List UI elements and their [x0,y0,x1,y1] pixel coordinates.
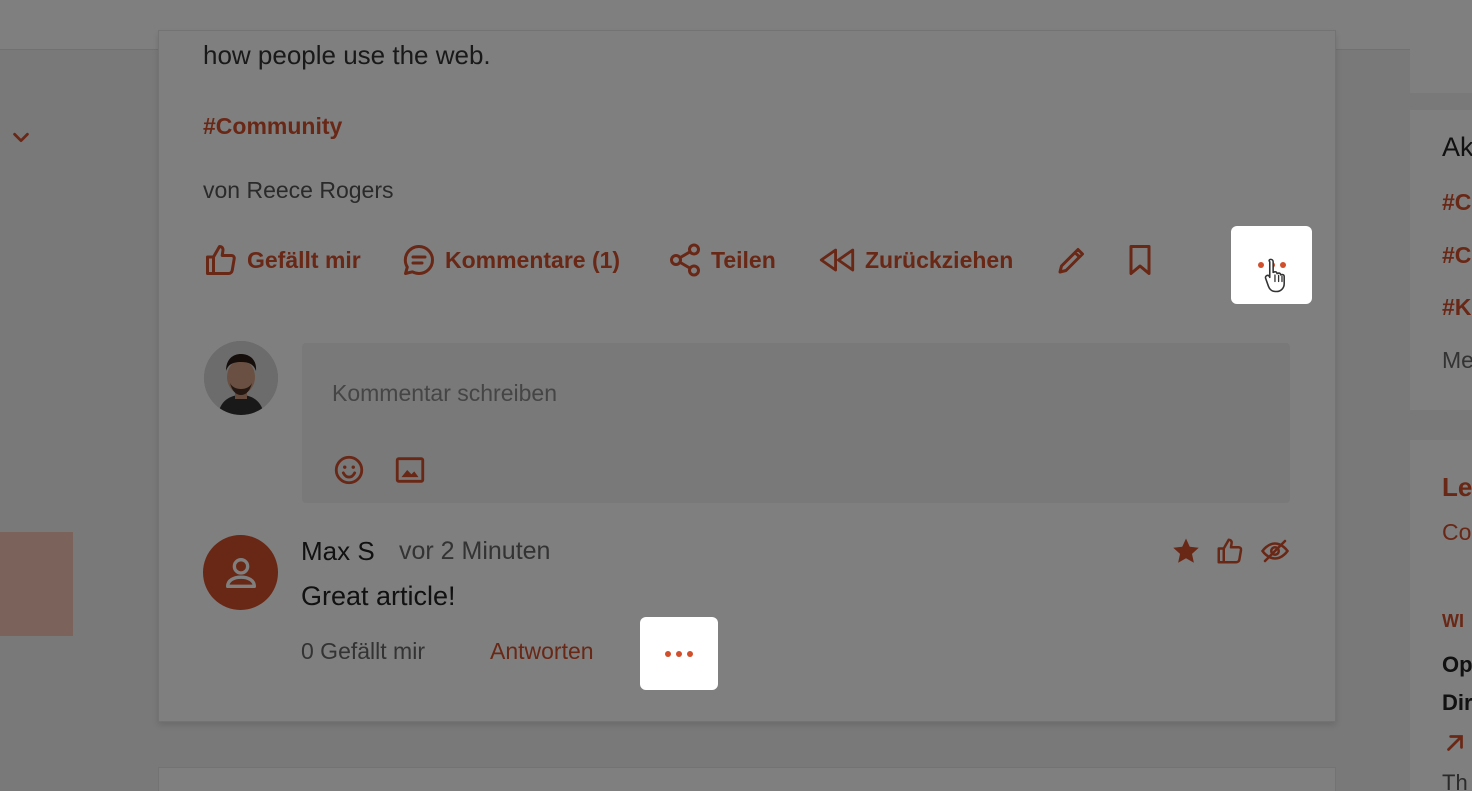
comment-composer[interactable]: Kommentar schreiben [302,343,1290,503]
sidebar-tag-2[interactable]: #C [1442,242,1471,269]
sidebar-link-subtitle[interactable]: Co [1442,519,1471,546]
comment-author[interactable]: Max S [301,536,375,567]
comments-button[interactable]: Kommentare (1) [401,240,620,280]
like-label: Gefällt mir [247,246,361,273]
comments-label: Kommentare (1) [445,246,621,273]
left-sidebar [0,50,140,791]
chevron-down-icon[interactable] [10,126,32,148]
emoji-icon[interactable] [332,453,366,487]
composer-placeholder: Kommentar schreiben [332,380,557,406]
current-user-avatar [204,341,278,415]
thumbs-up-icon [206,245,236,275]
sidebar-tag-3[interactable]: #K [1442,294,1471,321]
rewind-icon [819,248,855,272]
more-dots-icon [665,650,693,657]
withdraw-button[interactable]: Zurückziehen [817,240,1013,280]
comment-like-count: 0 Gefällt mir [301,638,425,664]
sidebar-bold-line-2: Dir [1442,690,1472,715]
comment-reply-button[interactable]: Antworten [490,638,594,665]
image-icon[interactable] [393,453,427,487]
withdraw-label: Zurückziehen [865,246,1014,273]
comment-timestamp: vor 2 Minuten [399,537,551,565]
sidebar-more-link[interactable]: Me [1442,347,1472,374]
external-arrow-icon[interactable] [1442,730,1468,756]
comment-text: Great article! [301,581,456,611]
comment-more-options-button[interactable] [640,617,718,690]
like-button[interactable]: Gefällt mir [203,240,361,280]
hand-pointer-cursor-icon [1264,258,1285,293]
user-icon [225,557,256,588]
post-author: von Reece Rogers [203,177,394,203]
post-hashtag[interactable]: #Community [203,113,342,140]
sidebar-tag-1[interactable]: #C [1442,189,1471,216]
sidebar-caps-label: WI [1442,611,1464,631]
bookmark-icon[interactable] [1122,242,1158,278]
commenter-avatar [203,535,278,610]
comment-thumbs-up-icon[interactable] [1215,536,1245,566]
next-post-card [158,767,1336,791]
right-sidebar-top-card [1410,0,1472,93]
share-icon [670,243,700,277]
comment-bubble-icon [403,244,434,275]
sidebar-link-title[interactable]: Le [1442,472,1472,503]
star-icon[interactable] [1171,536,1201,566]
sidebar-heading: Ak [1442,132,1472,162]
share-label: Teilen [711,246,776,273]
edit-pencil-icon[interactable] [1054,242,1090,278]
sidebar-text-line: Th [1442,770,1468,791]
left-sidebar-active-item[interactable] [0,532,73,636]
eye-off-icon[interactable] [1260,536,1290,566]
post-more-options-button[interactable] [1231,226,1312,304]
post-body-text: how people use the web. [203,40,491,70]
share-button[interactable]: Teilen [667,240,776,280]
sidebar-bold-line-1: Op [1442,652,1472,677]
